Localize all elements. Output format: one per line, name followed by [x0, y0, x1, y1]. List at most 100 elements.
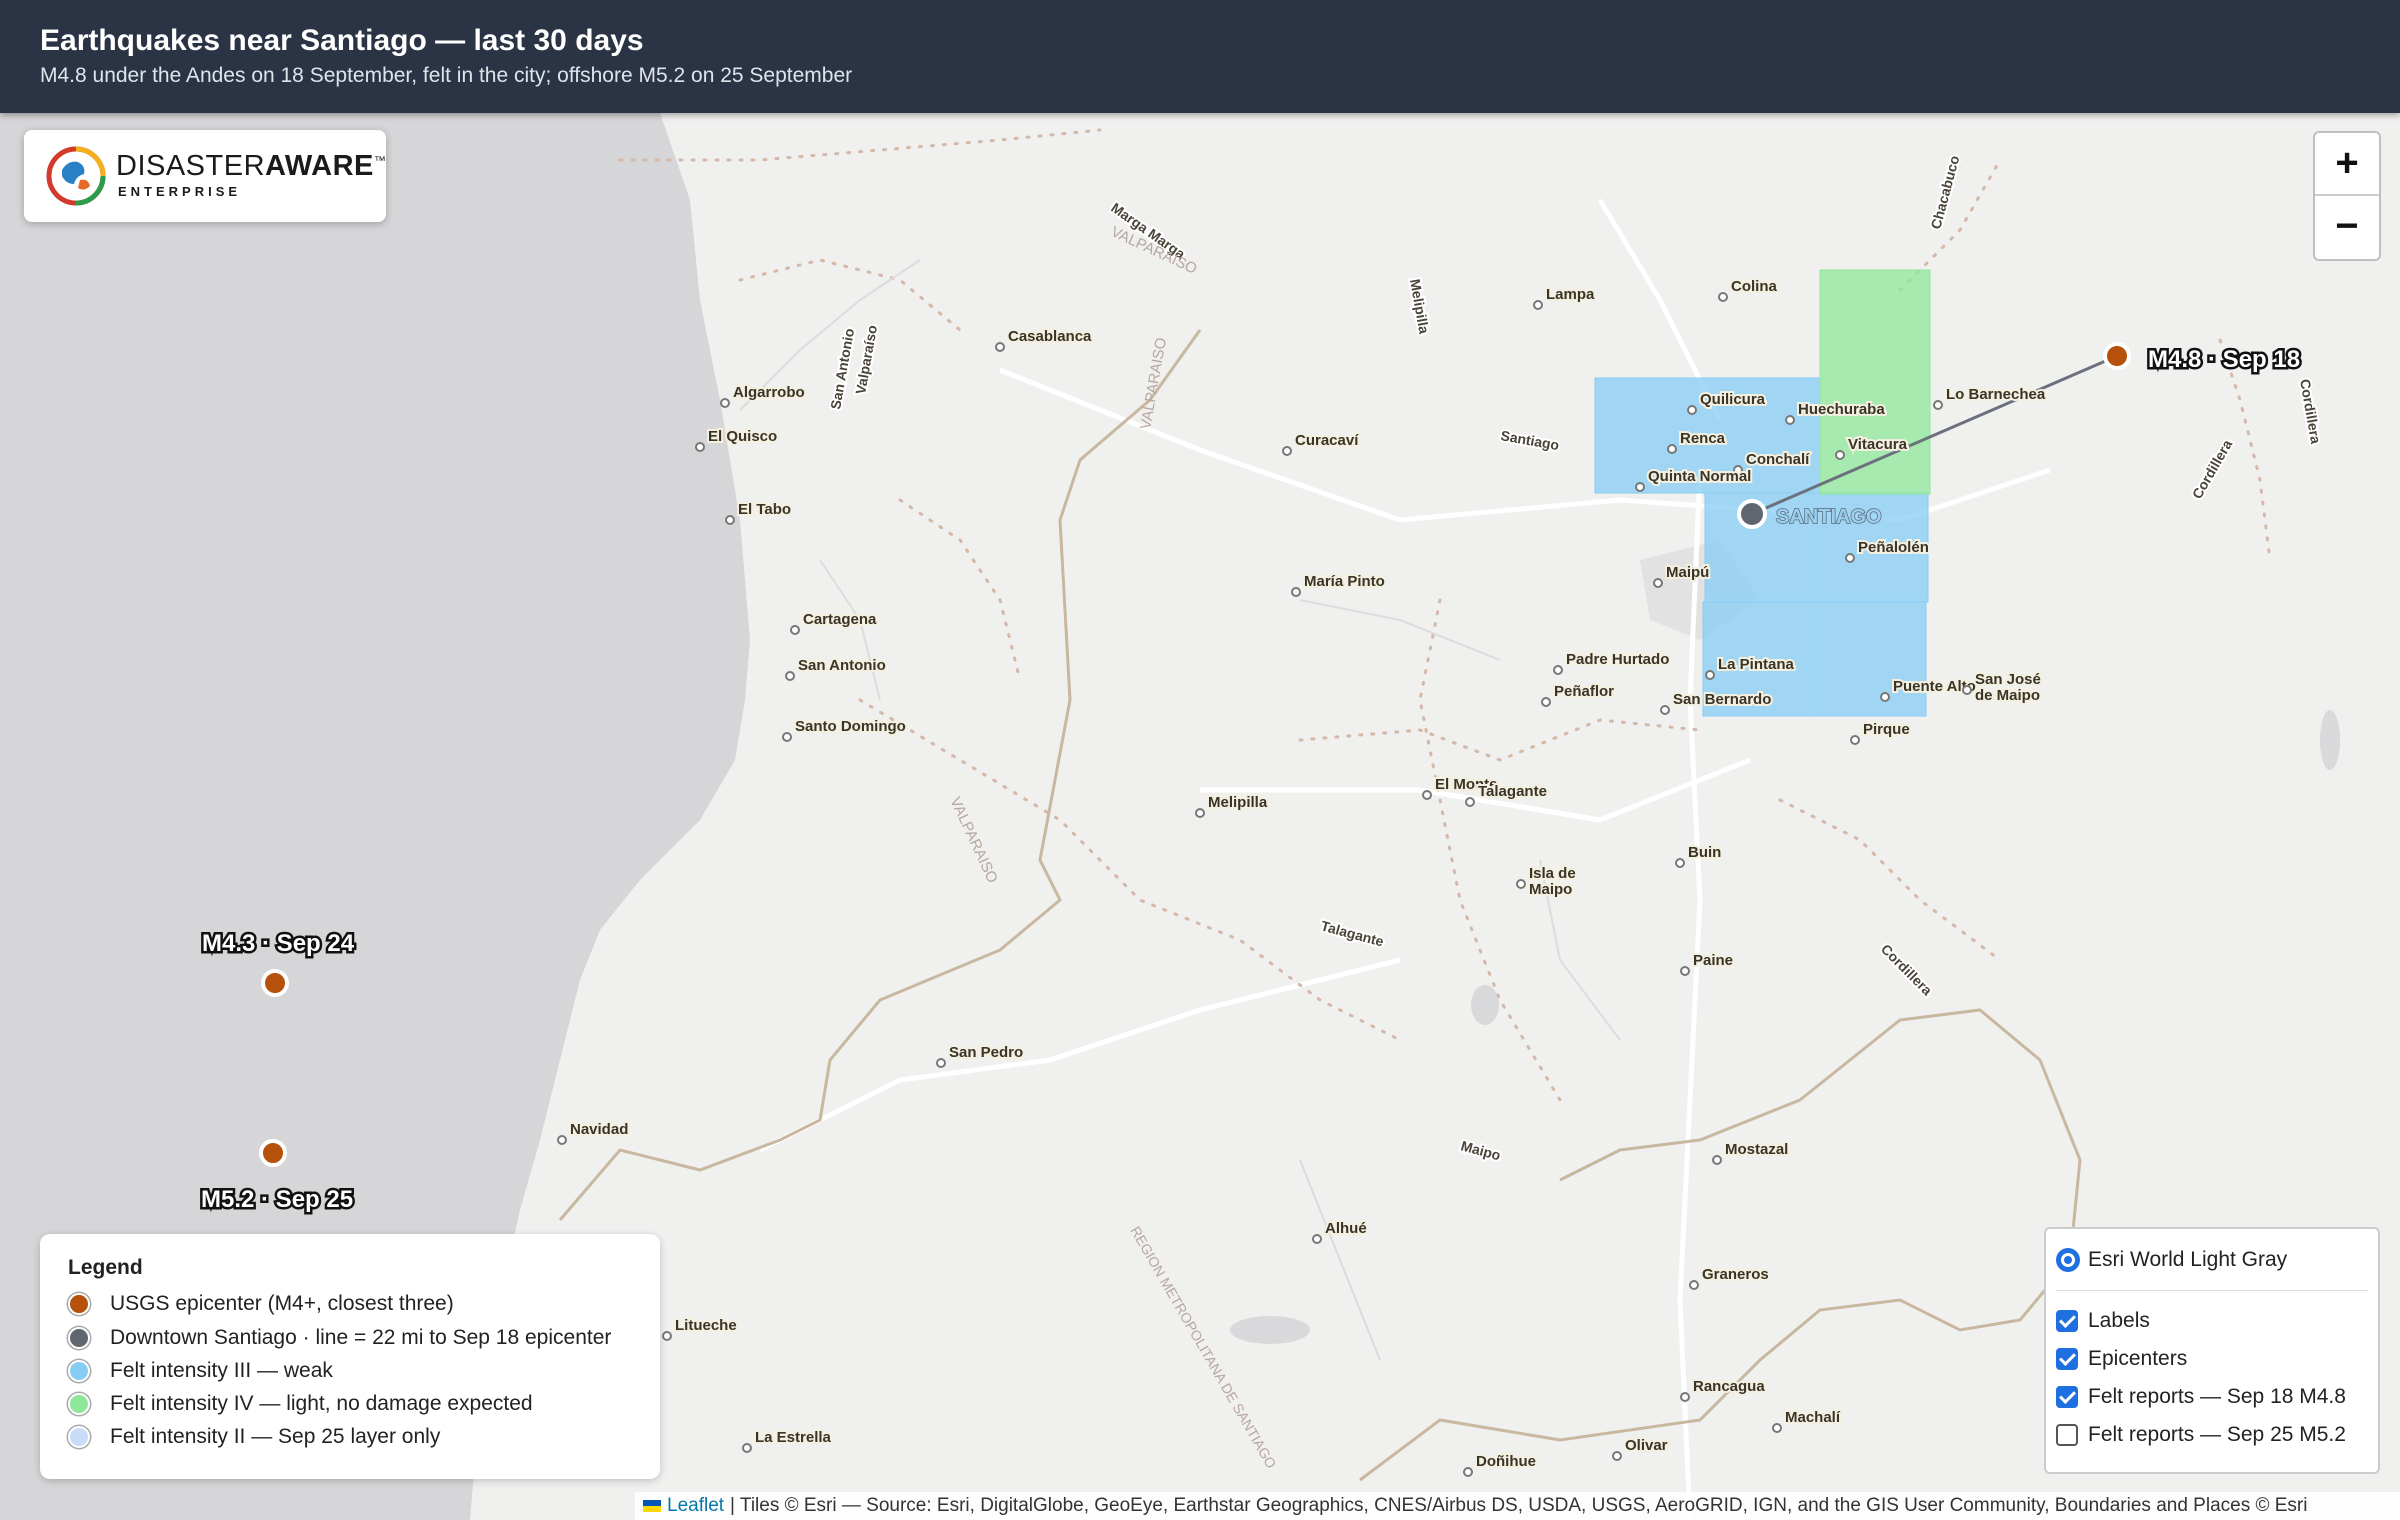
place-label: Peñalolén: [1858, 539, 1929, 556]
place-label: Lo Barnechea: [1946, 386, 2046, 403]
globe-icon: [46, 146, 106, 206]
place-label: Litueche: [675, 1317, 737, 1334]
leaflet-link[interactable]: Leaflet: [667, 1495, 724, 1517]
epicenter-sep25[interactable]: [259, 1139, 287, 1167]
place-label: Talagante: [1478, 783, 1547, 800]
place-label: El Quisco: [708, 428, 777, 445]
place-dot: [1282, 446, 1292, 456]
place-label: Alhué: [1325, 1220, 1367, 1237]
place-dot: [1680, 966, 1690, 976]
place-label: San Bernardo: [1673, 691, 1771, 708]
place-dot: [1312, 1234, 1322, 1244]
lake: [2320, 710, 2340, 770]
place-dot: [1667, 444, 1677, 454]
zoom-out-button[interactable]: −: [2315, 196, 2379, 257]
overlay-checkbox[interactable]: [2056, 1310, 2078, 1332]
place-label: Lampa: [1546, 286, 1595, 303]
attribution-text: | Tiles © Esri — Source: Esri, DigitalGl…: [730, 1495, 2308, 1516]
place-label: Renca: [1680, 430, 1726, 447]
place-dot: [1705, 670, 1715, 680]
place-label: Mostazal: [1725, 1141, 1788, 1158]
place-label: Quilicura: [1700, 391, 1766, 408]
logo-tagline: ENTERPRISE: [118, 184, 242, 199]
legend-swatch: [68, 1393, 90, 1415]
overlay-felt-sep18[interactable]: Felt reports — Sep 18 M4.8: [2056, 1385, 2346, 1409]
legend-item: Felt intensity II — Sep 25 layer only: [68, 1422, 440, 1452]
epicenter-label: M4.8 · Sep 18: [2148, 346, 2300, 373]
place-dot: [557, 1135, 567, 1145]
base-layer-radio[interactable]: [2056, 1248, 2080, 1272]
map-attribution: Leaflet | Tiles © Esri — Source: Esri, D…: [635, 1492, 2400, 1520]
zoom-control: + −: [2313, 131, 2381, 261]
place-dot: [995, 342, 1005, 352]
place-dot: [1772, 1423, 1782, 1433]
page-subtitle: M4.8 under the Andes on 18 September, fe…: [40, 64, 853, 87]
legend-swatch: [68, 1426, 90, 1448]
place-label: Rancagua: [1693, 1378, 1765, 1395]
legend-item: Downtown Santiago · line = 22 mi to Sep …: [68, 1323, 611, 1353]
place-label: Melipilla: [1208, 794, 1268, 811]
place-label: La Pintana: [1718, 656, 1795, 673]
place-dot: [1880, 692, 1890, 702]
place-dot: [1680, 1392, 1690, 1402]
place-dot: [782, 732, 792, 742]
lake: [1230, 1316, 1310, 1344]
overlay-checkbox[interactable]: [2056, 1386, 2078, 1408]
overlay-felt-sep25[interactable]: Felt reports — Sep 25 M5.2: [2056, 1423, 2346, 1447]
place-label: Curacaví: [1295, 432, 1359, 449]
legend-item: USGS epicenter (M4+, closest three): [68, 1289, 454, 1319]
place-label: San Antonio: [798, 657, 886, 674]
place-dot: [695, 442, 705, 452]
ukraine-flag-icon: [643, 1500, 661, 1512]
disasteraware-logo[interactable]: DISASTERAWARE™ ENTERPRISE: [24, 130, 386, 222]
overlay-labels[interactable]: Labels: [2056, 1309, 2150, 1333]
place-dot: [1962, 685, 1972, 695]
epicenter-sep24[interactable]: [261, 969, 289, 997]
place-dot: [720, 398, 730, 408]
place-label: Algarrobo: [733, 384, 805, 401]
overlay-label: Felt reports — Sep 25 M5.2: [2088, 1423, 2346, 1446]
place-dot: [1687, 405, 1697, 415]
place-dot: [1465, 797, 1475, 807]
epicenter-sep18[interactable]: [2103, 342, 2131, 370]
place-dot: [1845, 553, 1855, 563]
place-dot: [1835, 450, 1845, 460]
legend-item: Felt intensity III — weak: [68, 1356, 333, 1386]
layers-divider: [2056, 1290, 2368, 1291]
epicenter-label: M5.2 · Sep 25: [201, 1186, 353, 1213]
downtown-marker[interactable]: [1737, 499, 1767, 529]
place-label: Vitacura: [1848, 436, 1908, 453]
place-dot: [1291, 587, 1301, 597]
place-dot: [1689, 1280, 1699, 1290]
overlay-checkbox[interactable]: [2056, 1424, 2078, 1446]
legend-label: Felt intensity IV — light, no damage exp…: [110, 1392, 533, 1415]
overlay-label: Labels: [2088, 1309, 2150, 1332]
legend-label: Felt intensity II — Sep 25 layer only: [110, 1425, 441, 1448]
place-dot: [1785, 415, 1795, 425]
place-dot: [936, 1058, 946, 1068]
place-dot: [1635, 482, 1645, 492]
place-label: Isla de Maipo: [1529, 865, 1576, 898]
overlay-epicenters[interactable]: Epicenters: [2056, 1347, 2187, 1371]
legend-label: USGS epicenter (M4+, closest three): [110, 1292, 454, 1315]
place-dot: [1195, 808, 1205, 818]
zoom-in-button[interactable]: +: [2315, 133, 2379, 196]
overlay-checkbox[interactable]: [2056, 1348, 2078, 1370]
place-label: San Pedro: [949, 1044, 1023, 1061]
base-layer-label: Esri World Light Gray: [2088, 1248, 2288, 1271]
place-dot: [1660, 705, 1670, 715]
place-label: Buin: [1688, 844, 1721, 861]
place-dot: [1541, 697, 1551, 707]
place-label: María Pinto: [1304, 573, 1385, 590]
legend-swatch: [68, 1293, 90, 1315]
base-layer-option[interactable]: Esri World Light Gray: [2056, 1248, 2287, 1272]
legend-item: Felt intensity IV — light, no damage exp…: [68, 1389, 533, 1419]
place-dot: [1718, 292, 1728, 302]
legend-swatch: [68, 1360, 90, 1382]
place-dot: [742, 1443, 752, 1453]
place-label: Quinta Normal: [1648, 468, 1751, 485]
place-dot: [1653, 578, 1663, 588]
place-label: Doñihue: [1476, 1453, 1536, 1470]
place-label: San José de Maipo: [1975, 671, 2041, 704]
place-label: Cartagena: [803, 611, 877, 628]
